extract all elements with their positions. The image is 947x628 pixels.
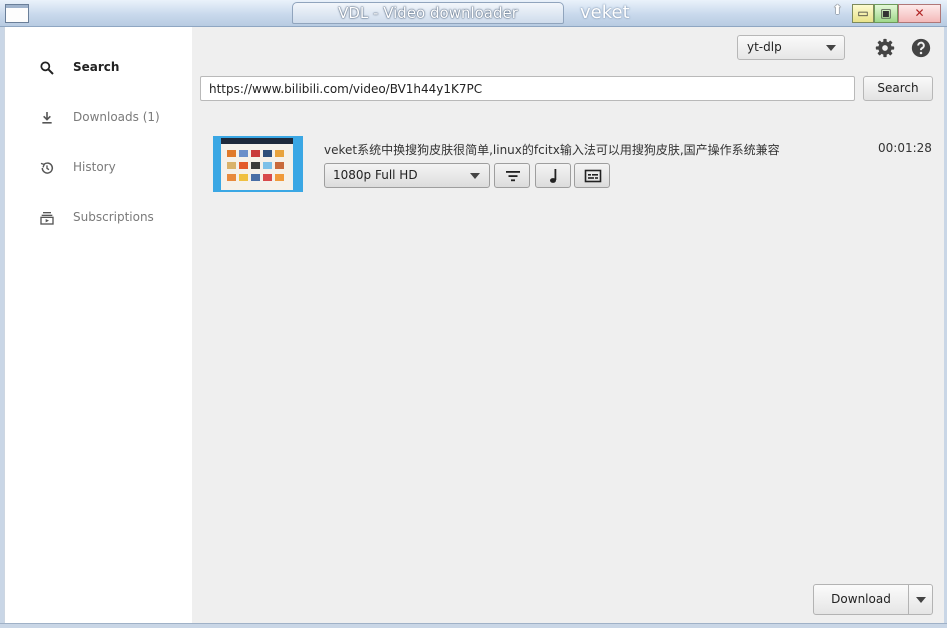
main-panel: yt-dlp Search — [192, 27, 944, 623]
sidebar-item-downloads[interactable]: Downloads (1) — [5, 98, 193, 138]
download-options-button[interactable] — [908, 584, 933, 615]
window-title: VDL - Video downloader — [292, 2, 564, 24]
close-button[interactable]: ✕ — [898, 4, 941, 23]
filter-icon — [506, 171, 520, 182]
video-thumbnail[interactable] — [213, 136, 303, 192]
music-note-icon — [550, 169, 557, 183]
search-icon — [40, 61, 54, 75]
engine-select[interactable]: yt-dlp — [737, 35, 845, 60]
sidebar-item-label: Search — [73, 60, 120, 74]
arrow-up-icon[interactable]: ⬆ — [832, 3, 843, 18]
sidebar-item-label: History — [73, 160, 116, 174]
user-label: veket — [580, 2, 630, 23]
sidebar-item-subscriptions[interactable]: Subscriptions — [5, 198, 193, 238]
window-frame-bottom — [0, 623, 947, 628]
video-result: veket系统中换搜狗皮肤很简单,linux的fcitx输入法可以用搜狗皮肤,国… — [192, 127, 944, 197]
chevron-down-icon — [916, 597, 926, 603]
title-bar[interactable]: VDL - Video downloader veket ⬆ ▭ ▣ ✕ — [0, 0, 947, 27]
minimize-button[interactable]: ▭ — [852, 4, 874, 23]
window-menu-icon[interactable] — [5, 4, 29, 23]
subtitles-button[interactable] — [574, 163, 610, 188]
sidebar-item-label: Downloads (1) — [73, 110, 160, 124]
subscriptions-icon — [40, 212, 54, 225]
search-button[interactable]: Search — [863, 76, 933, 101]
quality-select[interactable]: 1080p Full HD — [324, 163, 490, 188]
download-icon — [42, 112, 52, 124]
sidebar-item-label: Subscriptions — [73, 210, 154, 224]
gear-icon[interactable] — [875, 38, 895, 58]
history-icon — [40, 162, 54, 174]
subtitles-icon — [584, 169, 602, 183]
sidebar: Search Downloads (1) History Subscriptio… — [4, 27, 192, 623]
audio-only-button[interactable] — [535, 163, 571, 188]
maximize-button[interactable]: ▣ — [874, 4, 898, 23]
chevron-down-icon — [826, 45, 836, 51]
video-title: veket系统中换搜狗皮肤很简单,linux的fcitx输入法可以用搜狗皮肤,国… — [324, 143, 780, 157]
help-icon[interactable] — [911, 38, 931, 58]
url-input[interactable] — [200, 76, 855, 101]
video-duration: 00:01:28 — [878, 141, 932, 155]
filter-button[interactable] — [494, 163, 530, 188]
chevron-down-icon — [470, 173, 480, 179]
quality-select-value: 1080p Full HD — [333, 168, 418, 182]
sidebar-item-history[interactable]: History — [5, 148, 193, 188]
sidebar-item-search[interactable]: Search — [5, 48, 193, 88]
download-button[interactable]: Download — [813, 584, 909, 615]
engine-select-value: yt-dlp — [747, 40, 782, 54]
